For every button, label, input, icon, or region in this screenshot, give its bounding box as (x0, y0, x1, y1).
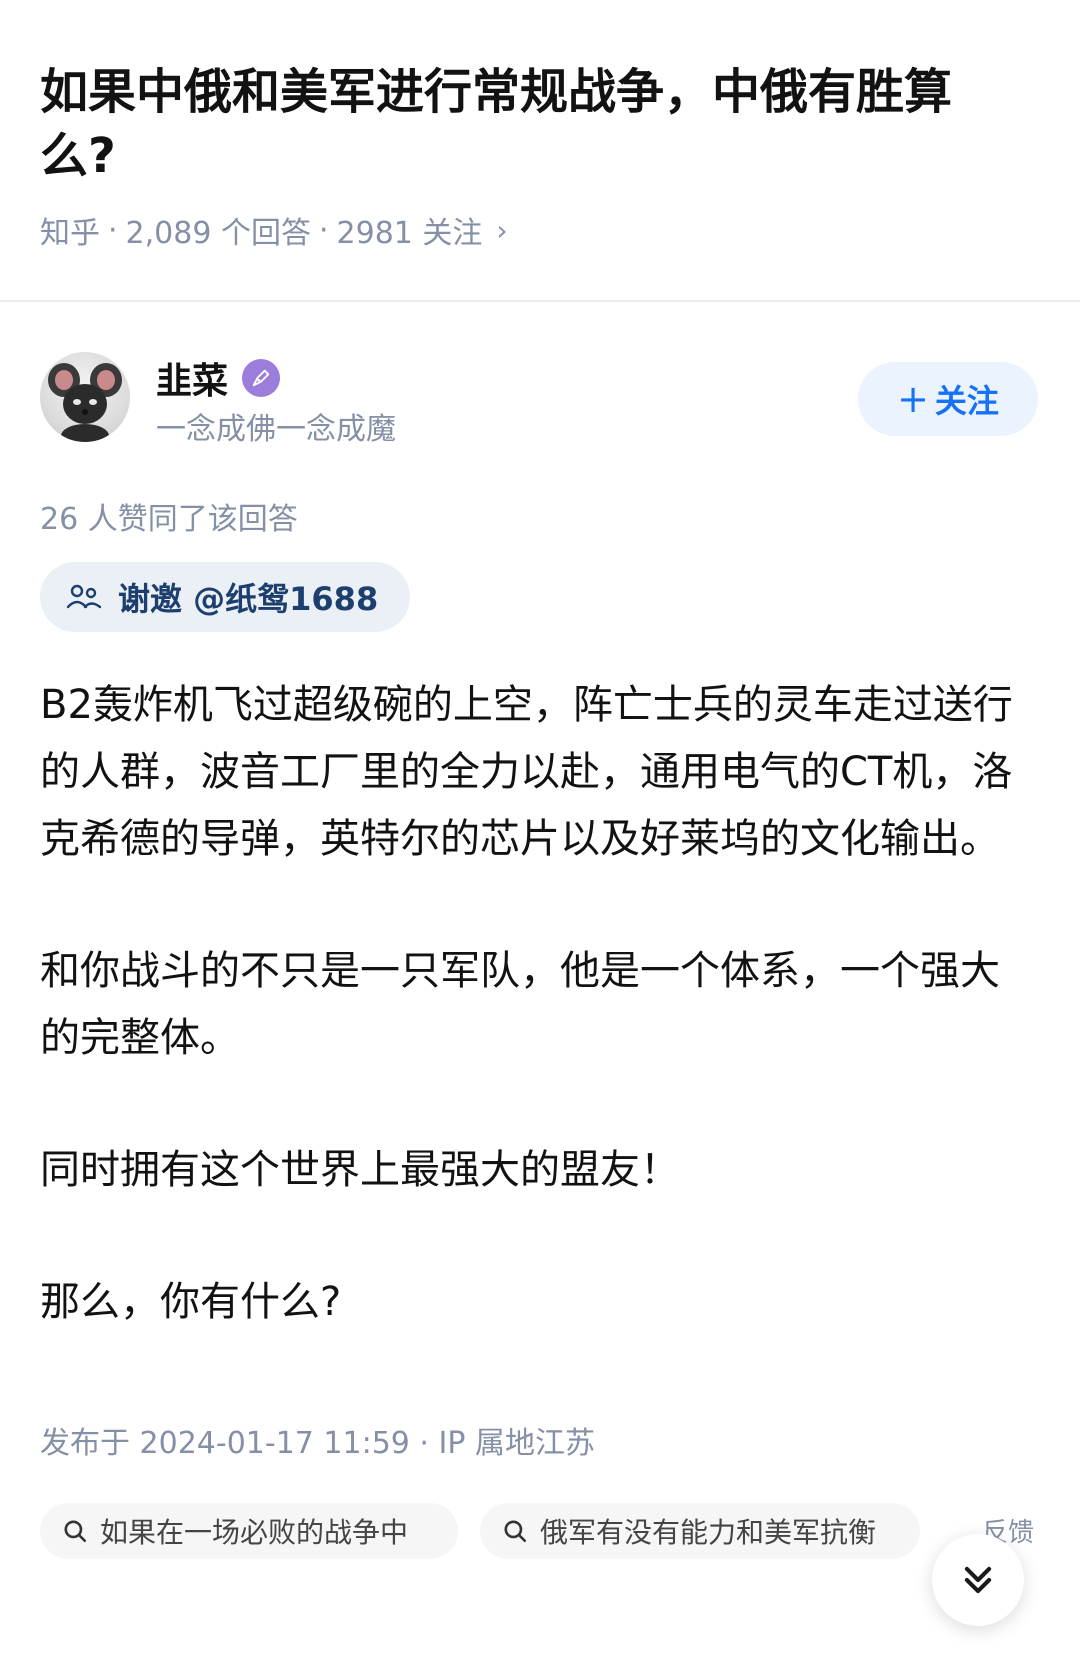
plus-icon: + (897, 377, 929, 421)
follow-button[interactable]: + 关注 (858, 362, 1038, 436)
meta-separator: · (108, 212, 118, 248)
related-search-label: 俄军有没有能力和美军抗衡 (540, 1516, 877, 1549)
answer-body: B2轰炸机飞过超级碗的上空，阵亡士兵的灵车走过送行的人群，波音工厂里的全力以赴，… (40, 672, 1020, 1401)
follow-label: 关注 (934, 382, 999, 420)
avatar[interactable] (40, 352, 130, 442)
mouse-avatar-icon (48, 363, 122, 442)
invite-pill[interactable]: 谢邀 @纸鸳1688 (40, 562, 411, 632)
related-search-chip[interactable]: 俄军有没有能力和美军抗衡 (480, 1503, 920, 1559)
author-name-row[interactable]: 韭菜 (156, 352, 281, 404)
upvote-info: 26 人赞同了该回答 (40, 502, 298, 537)
double-chevron-down-icon (964, 1566, 992, 1594)
answer-paragraph: 同时拥有这个世界上最强大的盟友！ (40, 1147, 680, 1193)
related-search-chip[interactable]: 如果在一场必败的战争中 (40, 1503, 458, 1559)
question-title[interactable]: 如果中俄和美军进行常规战争，中俄有胜算么? (40, 60, 1000, 188)
answer-paragraph: 那么，你有什么? (40, 1279, 342, 1325)
answer-paragraph: B2轰炸机飞过超级碗的上空，阵亡士兵的灵车走过送行的人群，波音工厂里的全力以赴，… (40, 682, 1013, 862)
author-name[interactable]: 韭菜 (156, 352, 228, 404)
invite-label[interactable]: 谢邀 @纸鸳1688 (118, 574, 378, 620)
author-bio: 一念成佛一念成魔 (156, 412, 396, 447)
meta-separator: · (318, 212, 329, 248)
chevron-right-icon: › (496, 213, 508, 247)
answer-paragraph: 和你战斗的不只是一只军队，他是一个体系，一个强大的完整体。 (40, 948, 1000, 1061)
scroll-down-button[interactable] (932, 1534, 1024, 1626)
divider (0, 300, 1080, 302)
related-search-label: 如果在一场必败的战争中 (100, 1516, 409, 1549)
publish-info: 发布于 2024-01-17 11:59 · IP 属地江苏 (40, 1426, 595, 1461)
answers-count: 2,089 个回答 (125, 216, 311, 251)
follows-count: 2981 关注 (336, 216, 483, 251)
pen-badge-icon[interactable] (242, 359, 281, 397)
search-icon (64, 1520, 87, 1543)
question-meta[interactable]: 知乎 · 2,089 个回答 · 2981 关注 › (40, 208, 508, 252)
question-source: 知乎 (40, 216, 100, 251)
people-icon (66, 584, 102, 609)
search-icon (504, 1520, 527, 1543)
